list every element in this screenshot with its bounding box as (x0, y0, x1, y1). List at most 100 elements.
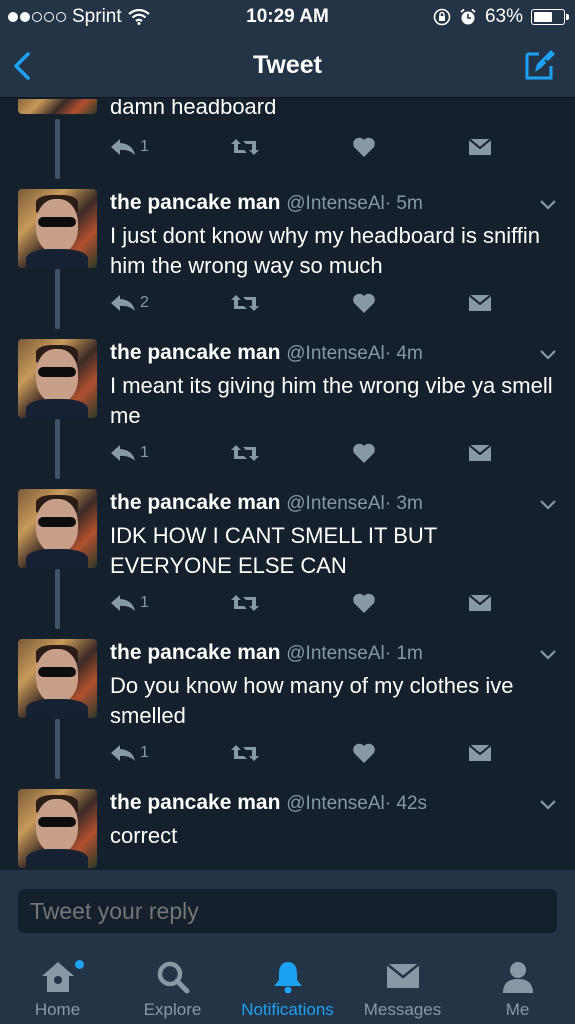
like-action[interactable] (352, 441, 380, 465)
retweet-action[interactable] (230, 135, 260, 159)
avatar[interactable] (18, 789, 97, 868)
display-name[interactable]: the pancake man (110, 191, 280, 214)
tab-me[interactable]: Me (460, 950, 575, 1024)
tab-label: Notifications (241, 1000, 334, 1019)
tab-home[interactable]: Home (0, 950, 115, 1024)
user-handle: @IntenseAl (286, 643, 385, 664)
notification-dot (75, 960, 84, 969)
tweet-text: I meant its giving him the wrong vibe ya… (110, 373, 553, 428)
tweet-time: · 5m (384, 193, 423, 214)
like-action[interactable] (352, 591, 380, 615)
retweet-icon (231, 595, 259, 611)
retweet-action[interactable] (230, 441, 260, 465)
tab-messages[interactable]: Messages (345, 950, 460, 1024)
chevron-down-icon[interactable] (539, 199, 557, 211)
chevron-down-icon[interactable] (539, 349, 557, 361)
reply-count: 1 (140, 444, 149, 461)
person-icon (502, 962, 533, 993)
tweet[interactable]: the pancake man @IntenseAl· 1m Do you kno… (0, 629, 575, 779)
envelope-icon (468, 444, 492, 461)
avatar[interactable] (18, 339, 97, 418)
thread-line (55, 119, 60, 179)
page-title: Tweet (253, 51, 322, 79)
dm-action[interactable] (468, 441, 492, 465)
user-handle: @IntenseAl (286, 343, 385, 364)
dm-action[interactable] (468, 741, 492, 765)
tweet-actions: 1 (110, 741, 510, 765)
reply-bar (0, 870, 575, 950)
status-bar: Sprint 10:29 AM 63% (0, 0, 575, 34)
avatar[interactable] (18, 189, 97, 268)
like-action[interactable] (352, 291, 380, 315)
tab-bar: Home Explore Notifications Messages Me (0, 950, 575, 1024)
like-action[interactable] (352, 741, 380, 765)
heart-icon (353, 137, 375, 157)
reply-action[interactable]: 1 (110, 741, 149, 765)
tab-explore[interactable]: Explore (115, 950, 230, 1024)
alarm-icon (460, 8, 476, 25)
tweet-time: · 3m (384, 493, 423, 514)
avatar[interactable] (18, 489, 97, 568)
retweet-action[interactable] (230, 291, 260, 315)
reply-action[interactable]: 1 (110, 591, 149, 615)
user-handle: @IntenseAl (286, 793, 385, 814)
home-icon (41, 962, 74, 992)
display-name[interactable]: the pancake man (110, 491, 280, 514)
display-name[interactable]: the pancake man (110, 791, 280, 814)
compose-tweet-icon[interactable] (523, 46, 559, 82)
tab-label: Messages (363, 1000, 442, 1019)
tweet-actions: 1 (110, 441, 510, 465)
tweet[interactable]: the pancake man @IntenseAl· 5m I just don… (0, 179, 575, 329)
tweet[interactable]: the pancake man @IntenseAl· 42scorrect11 (0, 779, 575, 870)
battery-percent: 63% (484, 6, 523, 27)
search-icon (157, 961, 189, 994)
reply-icon (111, 745, 135, 761)
reply-icon (111, 295, 135, 311)
tweet-text: I just dont know why my headboard is sni… (110, 223, 541, 278)
dm-action[interactable] (468, 291, 492, 315)
reply-action[interactable]: 2 (110, 291, 149, 315)
retweet-action[interactable] (230, 741, 260, 765)
tweet-header: the pancake man @IntenseAl· 4m (110, 341, 423, 365)
tweet-time: · 4m (384, 343, 423, 364)
envelope-icon (468, 594, 492, 611)
reply-input[interactable] (18, 889, 557, 933)
retweet-icon (231, 445, 259, 461)
tweet-time: · 1m (384, 643, 423, 664)
reply-action[interactable]: 1 (110, 135, 149, 159)
avatar[interactable] (18, 639, 97, 718)
tweet-header: the pancake man @IntenseAl· 3m (110, 491, 423, 515)
retweet-icon (231, 745, 259, 761)
heart-icon (353, 593, 375, 613)
avatar[interactable] (18, 99, 97, 114)
dm-action[interactable] (468, 135, 492, 159)
chevron-down-icon[interactable] (539, 499, 557, 511)
user-handle: @IntenseAl (286, 193, 385, 214)
tweet-header: the pancake man @IntenseAl· 1m (110, 641, 423, 665)
reply-action[interactable]: 1 (110, 441, 149, 465)
display-name[interactable]: the pancake man (110, 641, 280, 664)
tweet[interactable]: the pancake man @IntenseAl· 3m IDK HOW I … (0, 479, 575, 629)
display-name[interactable]: the pancake man (110, 341, 280, 364)
retweet-action[interactable] (230, 591, 260, 615)
dm-action[interactable] (468, 591, 492, 615)
reply-icon (111, 445, 135, 461)
chevron-down-icon[interactable] (539, 799, 557, 811)
tweet-header: the pancake man @IntenseAl· 42s (110, 791, 427, 815)
envelope-icon (468, 744, 492, 761)
status-right: 63% (433, 6, 569, 28)
user-handle: @IntenseAl (286, 493, 385, 514)
chevron-down-icon[interactable] (539, 649, 557, 661)
tab-notifications[interactable]: Notifications (230, 950, 345, 1024)
tweet[interactable]: the pancake man @IntenseAl· 4m I meant it… (0, 329, 575, 479)
envelope-icon (385, 963, 420, 988)
like-action[interactable] (352, 135, 376, 159)
reply-icon (111, 139, 135, 155)
tab-label: Home (34, 1000, 81, 1019)
tweet-header: the pancake man @IntenseAl· 5m (110, 191, 423, 215)
nav-bar: Tweet (0, 34, 575, 98)
tweet-text: Do you know how many of my clothes ive s… (110, 673, 514, 728)
reply-count: 1 (140, 744, 149, 761)
reply-count: 1 (140, 138, 149, 155)
rotation-lock-icon (433, 8, 451, 26)
